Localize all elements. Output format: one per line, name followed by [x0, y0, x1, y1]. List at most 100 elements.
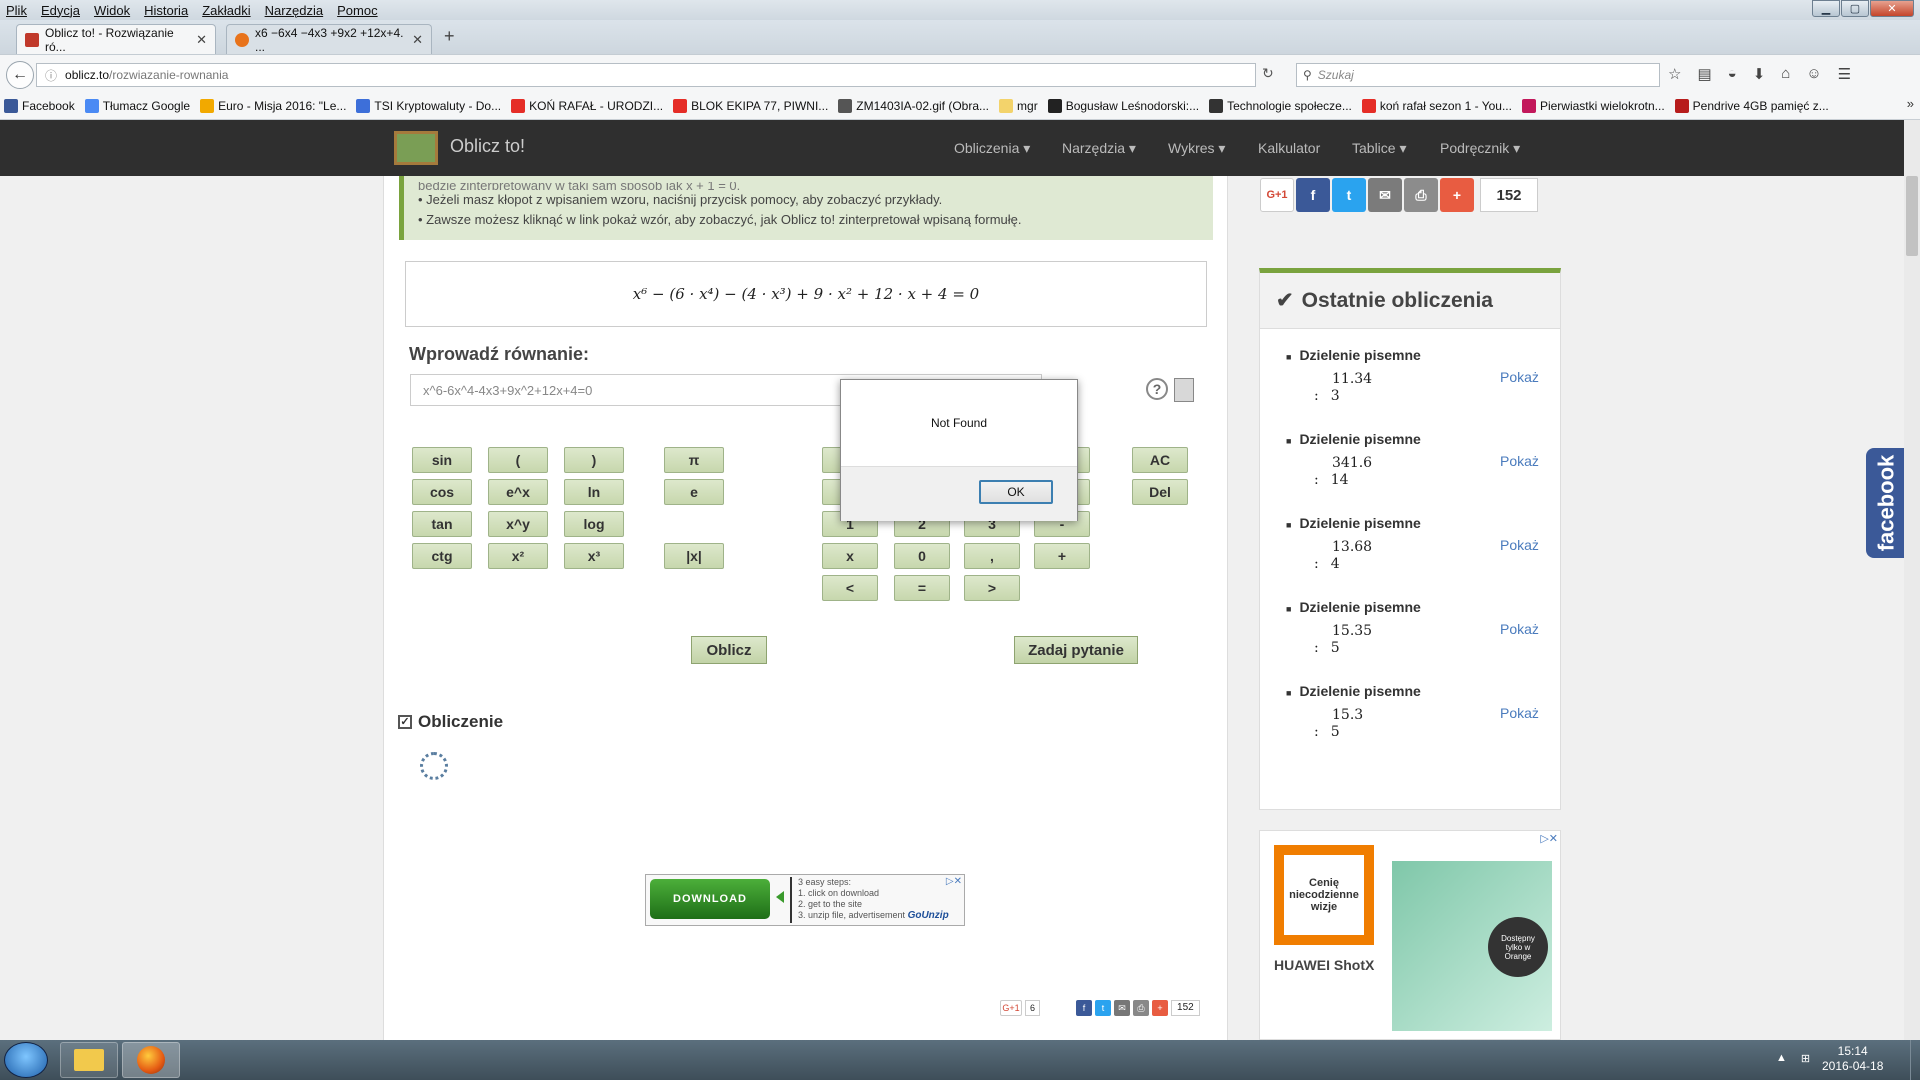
help-icon[interactable]: ?	[1146, 378, 1168, 400]
bookmark-item[interactable]: Pendrive 4GB pamięć z...	[1674, 98, 1829, 113]
facebook-share-icon[interactable]: f	[1076, 1000, 1093, 1016]
clear-all-key[interactable]: AC	[1132, 447, 1188, 473]
keypad-key[interactable]: x²	[488, 543, 548, 569]
keypad-key[interactable]: e	[664, 479, 724, 505]
delete-key[interactable]: Del	[1132, 479, 1188, 505]
facebook-side-tab[interactable]: facebook	[1866, 448, 1906, 558]
tray-arrow-icon[interactable]: ▲	[1776, 1052, 1787, 1065]
keypad-key[interactable]: x^y	[488, 511, 548, 537]
more-share-icon[interactable]: +	[1440, 178, 1474, 212]
ad-close-icon[interactable]: ▷✕	[1540, 832, 1558, 845]
nav-obliczenia[interactable]: Obliczenia ▾	[954, 140, 1030, 157]
home-icon[interactable]: ⌂	[1781, 65, 1790, 83]
firefox-icon[interactable]	[122, 1042, 180, 1078]
recent-item-title[interactable]: ■ Dzielenie pisemne	[1286, 515, 1421, 531]
tab-oblicz[interactable]: Oblicz to! - Rozwiązanie ró... ✕	[16, 24, 216, 54]
menu-item[interactable]: Historia	[138, 3, 196, 18]
close-tab-icon[interactable]: ✕	[196, 32, 207, 48]
minimize-button[interactable]: ▁	[1812, 0, 1840, 17]
menu-item[interactable]: Narzędzia	[259, 3, 332, 18]
bookmark-item[interactable]: koń rafał sezon 1 - You...	[1361, 98, 1512, 113]
calculator-icon[interactable]	[1174, 378, 1194, 402]
facebook-share-icon[interactable]: f	[1296, 178, 1330, 212]
chat-icon[interactable]: ☺	[1806, 65, 1821, 83]
keypad-key[interactable]: )	[564, 447, 624, 473]
ask-question-button[interactable]: Zadaj pytanie	[1014, 636, 1138, 664]
twitter-share-icon[interactable]: t	[1332, 178, 1366, 212]
keypad-key[interactable]: cos	[412, 479, 472, 505]
bookmark-item[interactable]: ZM1403IA-02.gif (Obra...	[838, 98, 989, 113]
more-share-icon[interactable]: +	[1152, 1000, 1169, 1016]
bookmark-item[interactable]: Pierwiastki wielokrotn...	[1521, 98, 1665, 113]
hamburger-menu-icon[interactable]: ☰	[1838, 65, 1851, 83]
bookmark-item[interactable]: Bogusław Leśnodorski:...	[1047, 98, 1199, 113]
keypad-key[interactable]: >	[964, 575, 1020, 601]
keypad-key[interactable]: ctg	[412, 543, 472, 569]
print-share-icon[interactable]: ⎙	[1133, 1000, 1150, 1016]
download-icon[interactable]: ⬇	[1753, 65, 1766, 83]
bookmark-item[interactable]: KOŃ RAFAŁ - URODZI...	[511, 98, 663, 113]
reload-icon[interactable]: ↻	[1262, 65, 1274, 82]
menu-item[interactable]: Pomoc	[331, 3, 385, 18]
more-bookmarks-icon[interactable]: »	[1907, 96, 1914, 111]
url-bar[interactable]: ⓘ oblicz.to/rozwiazanie-rownania	[36, 63, 1256, 87]
recent-item-title[interactable]: ■ Dzielenie pisemne	[1286, 431, 1421, 447]
close-tab-icon[interactable]: ✕	[412, 32, 423, 48]
keypad-key[interactable]: x³	[564, 543, 624, 569]
menu-item[interactable]: Plik	[0, 3, 35, 18]
keypad-key[interactable]: |x|	[664, 543, 724, 569]
recent-item-title[interactable]: ■ Dzielenie pisemne	[1286, 599, 1421, 615]
gplus-icon[interactable]: G+1	[1000, 1000, 1022, 1016]
keypad-key[interactable]: x	[822, 543, 878, 569]
start-button[interactable]	[4, 1042, 48, 1078]
back-button[interactable]: ←	[6, 61, 34, 89]
keypad-key[interactable]: log	[564, 511, 624, 537]
ad-download-button[interactable]: DOWNLOAD	[650, 879, 770, 919]
nav-narzedzia[interactable]: Narzędzia ▾	[1062, 140, 1136, 157]
nav-wykres[interactable]: Wykres ▾	[1168, 140, 1225, 157]
windows-flag-icon[interactable]: ⊞	[1801, 1052, 1810, 1065]
recent-item-title[interactable]: ■ Dzielenie pisemne	[1286, 683, 1421, 699]
sidebar-advertisement[interactable]: Cenię niecodzienne wizje HUAWEI ShotX Do…	[1259, 830, 1561, 1040]
bookmark-star-icon[interactable]: ☆	[1668, 65, 1681, 83]
keypad-key[interactable]: (	[488, 447, 548, 473]
ok-button[interactable]: OK	[979, 480, 1053, 504]
menu-item[interactable]: Zakładki	[196, 3, 258, 18]
reading-list-icon[interactable]: ▤	[1697, 65, 1711, 83]
pocket-icon[interactable]: ◒	[1728, 65, 1737, 83]
site-name[interactable]: Oblicz to!	[450, 136, 525, 157]
show-link[interactable]: Pokaż	[1500, 453, 1539, 469]
page-scrollbar[interactable]	[1904, 120, 1920, 1040]
show-desktop-button[interactable]	[1910, 1040, 1920, 1080]
recent-item-title[interactable]: ■ Dzielenie pisemne	[1286, 347, 1421, 363]
bookmark-item[interactable]: Facebook	[4, 98, 75, 113]
show-link[interactable]: Pokaż	[1500, 621, 1539, 637]
keypad-key[interactable]: tan	[412, 511, 472, 537]
advertisement[interactable]: DOWNLOAD 3 easy steps: 1. click on downl…	[645, 874, 965, 926]
site-logo[interactable]	[394, 131, 438, 165]
clock[interactable]: 15:14 2016-04-18	[1822, 1044, 1883, 1074]
menu-item[interactable]: Widok	[88, 3, 138, 18]
scrollbar-thumb[interactable]	[1906, 176, 1918, 256]
keypad-key[interactable]: =	[894, 575, 950, 601]
show-link[interactable]: Pokaż	[1500, 537, 1539, 553]
keypad-key[interactable]: e^x	[488, 479, 548, 505]
keypad-key[interactable]: <	[822, 575, 878, 601]
bookmark-item[interactable]: TSI Kryptowaluty - Do...	[356, 98, 501, 113]
file-explorer-icon[interactable]	[60, 1042, 118, 1078]
search-input[interactable]: ⚲ Szukaj	[1296, 63, 1660, 87]
twitter-share-icon[interactable]: t	[1095, 1000, 1112, 1016]
info-icon[interactable]: ⓘ	[45, 67, 57, 84]
bookmark-item[interactable]: Euro - Misja 2016: "Le...	[200, 98, 346, 113]
bookmark-item[interactable]: Tłumacz Google	[84, 98, 190, 113]
new-tab-icon[interactable]: +	[444, 26, 455, 47]
keypad-key[interactable]: π	[664, 447, 724, 473]
bookmark-item[interactable]: Technologie społecze...	[1209, 98, 1352, 113]
gplus-icon[interactable]: G+1	[1260, 178, 1294, 212]
keypad-key[interactable]: +	[1034, 543, 1090, 569]
nav-podrecznik[interactable]: Podręcznik ▾	[1440, 140, 1520, 157]
bookmark-item[interactable]: BLOK EKIPA 77, PIWNI...	[673, 98, 828, 113]
menu-item[interactable]: Edycja	[35, 3, 88, 18]
ad-close-icon[interactable]: ▷✕	[946, 876, 962, 887]
close-window-button[interactable]: ✕	[1870, 0, 1914, 17]
